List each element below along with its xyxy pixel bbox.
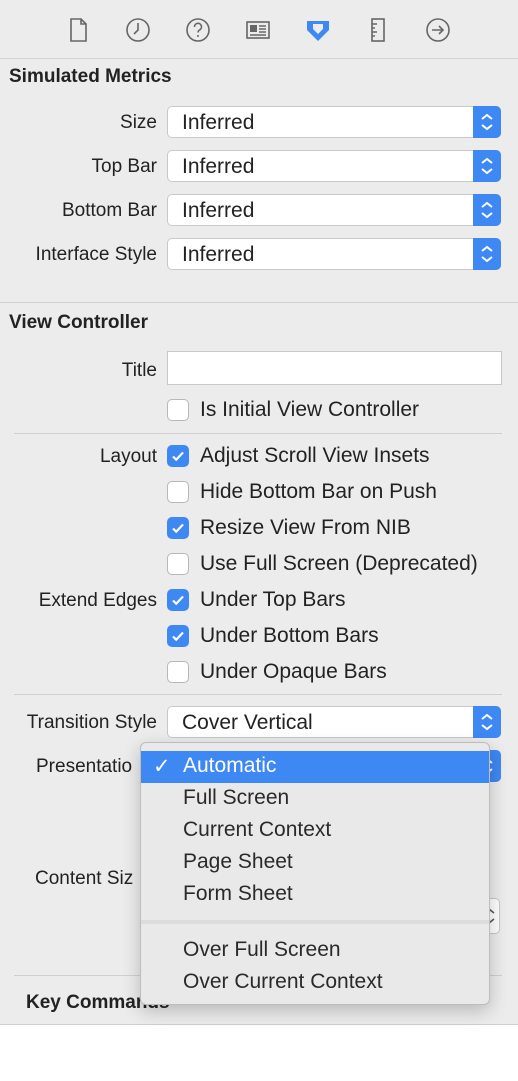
attributes-icon[interactable] xyxy=(304,16,332,44)
menu-item-automatic[interactable]: ✓ Automatic xyxy=(141,751,489,783)
interface-style-label: Interface Style xyxy=(35,244,157,265)
under-top-label: Under Top Bars xyxy=(200,588,346,611)
section-divider xyxy=(0,302,518,303)
adjust-scroll-checkbox[interactable] xyxy=(167,445,189,467)
extend-edges-label: Extend Edges xyxy=(38,590,157,611)
adjust-scroll-label: Adjust Scroll View Insets xyxy=(200,444,430,467)
full-screen-label: Use Full Screen (Deprecated) xyxy=(200,552,478,575)
transition-style-value: Cover Vertical xyxy=(182,711,313,734)
row-divider xyxy=(14,694,502,695)
menu-item-form-sheet[interactable]: Form Sheet xyxy=(141,879,489,911)
under-bottom-checkbox[interactable] xyxy=(167,625,189,647)
title-label: Title xyxy=(121,360,157,381)
top-bar-label: Top Bar xyxy=(91,156,157,177)
under-bottom-label: Under Bottom Bars xyxy=(200,624,379,647)
transition-style-label: Transition Style xyxy=(26,712,157,733)
is-initial-label: Is Initial View Controller xyxy=(200,398,420,421)
title-field[interactable] xyxy=(167,351,502,385)
bottom-bar-value: Inferred xyxy=(182,199,255,222)
is-initial-checkbox[interactable] xyxy=(167,399,189,421)
view-controller-title: View Controller xyxy=(9,312,149,333)
layout-label: Layout xyxy=(99,446,157,467)
menu-item-over-full-screen[interactable]: Over Full Screen xyxy=(141,935,489,967)
simulated-metrics-title: Simulated Metrics xyxy=(9,66,172,87)
interface-style-value: Inferred xyxy=(182,243,255,266)
chevron-updown-icon xyxy=(473,150,501,182)
chevron-updown-icon xyxy=(473,706,501,738)
size-label: Size xyxy=(120,112,157,133)
menu-item-current-context[interactable]: Current Context xyxy=(141,815,489,847)
interface-style-select[interactable]: Inferred xyxy=(167,238,501,270)
checkmark-icon: ✓ xyxy=(153,755,171,778)
transition-style-select[interactable]: Cover Vertical xyxy=(167,706,501,738)
size-value: Inferred xyxy=(182,111,255,134)
menu-item-full-screen[interactable]: Full Screen xyxy=(141,783,489,815)
chevron-updown-icon xyxy=(473,238,501,270)
row-divider xyxy=(14,433,502,434)
inspector-toolbar xyxy=(0,0,518,59)
resize-nib-label: Resize View From NIB xyxy=(200,516,411,539)
chevron-updown-icon xyxy=(473,106,501,138)
arrow-right-circle-icon[interactable] xyxy=(424,16,452,44)
chevron-updown-icon xyxy=(473,194,501,226)
top-bar-value: Inferred xyxy=(182,155,255,178)
under-opaque-label: Under Opaque Bars xyxy=(200,660,387,683)
identity-card-icon[interactable] xyxy=(244,16,272,44)
resize-nib-checkbox[interactable] xyxy=(167,517,189,539)
under-top-checkbox[interactable] xyxy=(167,589,189,611)
full-screen-checkbox[interactable] xyxy=(167,553,189,575)
key-commands-table xyxy=(0,1024,518,1081)
size-select[interactable]: Inferred xyxy=(167,106,501,138)
bottom-bar-select[interactable]: Inferred xyxy=(167,194,501,226)
menu-item-page-sheet[interactable]: Page Sheet xyxy=(141,847,489,879)
bottom-bar-label: Bottom Bar xyxy=(61,200,157,221)
top-bar-select[interactable]: Inferred xyxy=(167,150,501,182)
file-icon[interactable] xyxy=(64,16,92,44)
ruler-icon[interactable] xyxy=(364,16,392,44)
under-opaque-checkbox[interactable] xyxy=(167,661,189,683)
help-icon[interactable] xyxy=(184,16,212,44)
content-size-label: Content Siz xyxy=(35,868,134,889)
menu-item-over-current-context[interactable]: Over Current Context xyxy=(141,967,489,999)
hide-bottom-label: Hide Bottom Bar on Push xyxy=(200,480,437,503)
presentation-menu: ✓ Automatic Full Screen Current Context … xyxy=(140,742,490,1005)
menu-separator xyxy=(141,920,489,924)
presentation-label: Presentatio xyxy=(36,756,133,777)
clock-icon[interactable] xyxy=(124,16,152,44)
hide-bottom-checkbox[interactable] xyxy=(167,481,189,503)
